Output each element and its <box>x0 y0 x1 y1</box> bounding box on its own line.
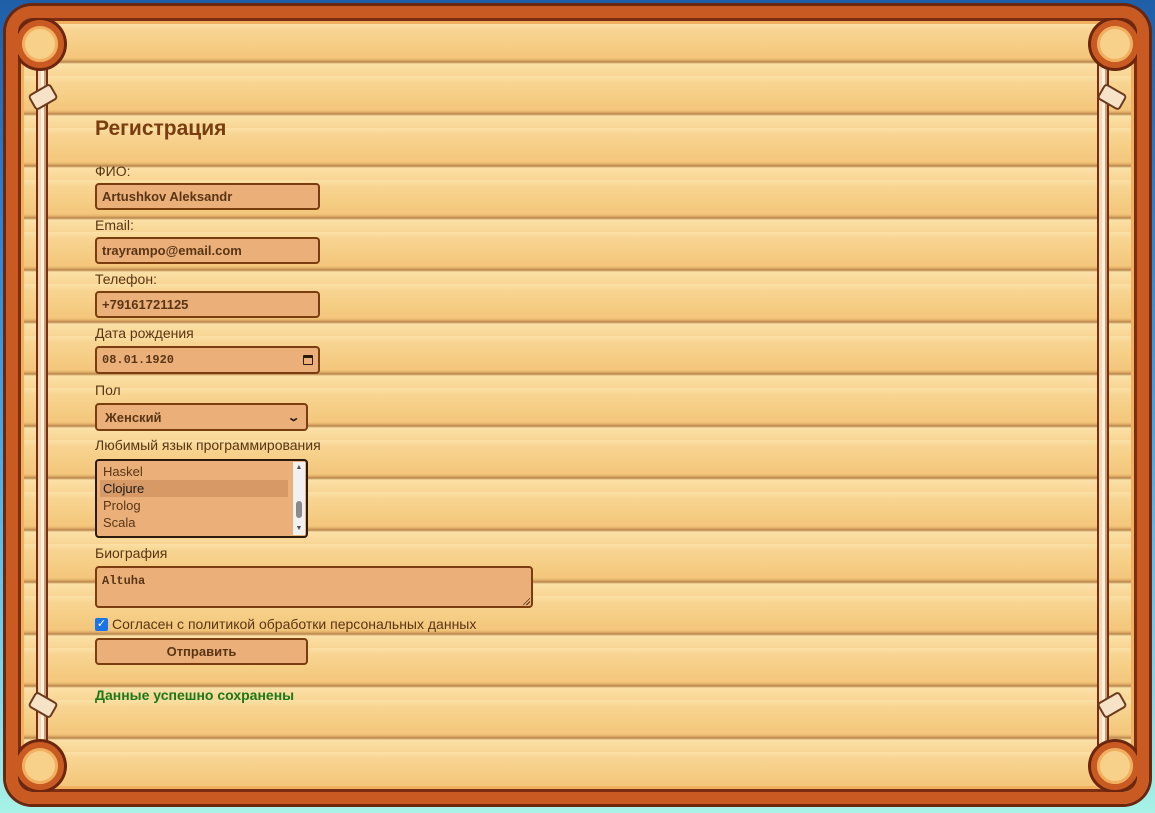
bio-value: Altuha <box>102 574 146 588</box>
chevron-down-icon: ⌄ <box>286 411 301 424</box>
fio-input[interactable] <box>95 183 320 210</box>
agree-row: ✓ Согласен с политикой обработки персона… <box>95 614 795 634</box>
agree-label[interactable]: Согласен с политикой обработки персональ… <box>112 616 476 632</box>
language-listbox[interactable]: Haskel Clojure Prolog Scala ▲ ▼ <box>95 459 308 538</box>
language-option-haskel[interactable]: Haskel <box>100 463 288 480</box>
frame-corner-bottom-left <box>18 742 64 790</box>
language-option-clojure[interactable]: Clojure <box>100 480 288 497</box>
fio-label: ФИО: <box>95 163 131 179</box>
bio-label: Биография <box>95 545 168 561</box>
rope-post-left <box>36 58 48 752</box>
birthdate-value: 08.01.1920 <box>102 353 175 367</box>
resize-handle-icon[interactable] <box>522 597 530 605</box>
gender-label: Пол <box>95 382 121 398</box>
email-input[interactable] <box>95 237 320 264</box>
gender-selected-value: Женский <box>105 409 162 425</box>
registration-form: Регистрация ФИО: Email: Телефон: Дата ро… <box>95 114 795 703</box>
rope-post-right <box>1097 58 1109 752</box>
frame-corner-bottom-right <box>1091 742 1137 790</box>
scroll-down-arrow-icon[interactable]: ▼ <box>293 523 305 535</box>
phone-label: Телефон: <box>95 271 157 287</box>
birthdate-label: Дата рождения <box>95 325 194 341</box>
birthdate-input[interactable]: 08.01.1920 <box>95 346 320 374</box>
language-label: Любимый язык программирования <box>95 437 321 453</box>
language-option-scala[interactable]: Scala <box>100 514 288 531</box>
phone-input[interactable] <box>95 291 320 318</box>
scroll-thumb[interactable] <box>296 501 302 518</box>
page-title: Регистрация <box>95 117 227 140</box>
scroll-up-arrow-icon[interactable]: ▲ <box>293 462 305 474</box>
agree-checkbox[interactable]: ✓ <box>95 617 108 631</box>
gender-select[interactable]: Женский ⌄ <box>95 403 308 431</box>
language-option-prolog[interactable]: Prolog <box>100 497 288 514</box>
submit-button[interactable]: Отправить <box>95 638 308 665</box>
bio-textarea[interactable]: Altuha <box>95 566 533 608</box>
success-message: Данные успешно сохранены <box>95 687 295 703</box>
frame-corner-top-left <box>18 20 64 68</box>
calendar-icon[interactable] <box>303 355 313 365</box>
listbox-scrollbar[interactable]: ▲ ▼ <box>293 462 305 535</box>
email-label: Email: <box>95 217 134 233</box>
frame-corner-top-right <box>1091 20 1137 68</box>
